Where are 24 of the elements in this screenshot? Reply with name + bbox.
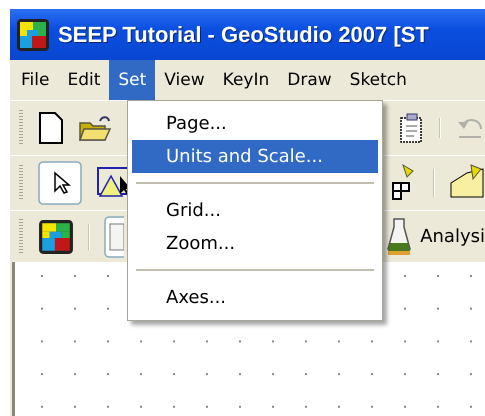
toolbar-grip[interactable] bbox=[18, 165, 24, 201]
pointer-icon[interactable] bbox=[38, 161, 82, 205]
menu-item[interactable]: File bbox=[12, 60, 58, 100]
menu-option[interactable]: Zoom... bbox=[132, 227, 378, 260]
menu-item[interactable]: View bbox=[155, 60, 214, 100]
menu-option[interactable]: Grid... bbox=[132, 194, 378, 227]
menu-option[interactable]: Units and Scale... bbox=[132, 140, 378, 173]
menu-option[interactable]: Axes... bbox=[132, 281, 378, 314]
menu-option[interactable]: Page... bbox=[132, 107, 378, 140]
toolbar-grip[interactable] bbox=[18, 110, 24, 146]
toolbar-grip[interactable] bbox=[18, 218, 24, 254]
clipboard-icon[interactable] bbox=[399, 112, 425, 144]
flask-icon[interactable] bbox=[386, 216, 412, 256]
menu-item[interactable]: Sketch bbox=[340, 60, 416, 100]
menu-item[interactable]: Set bbox=[109, 60, 156, 100]
new-document-icon[interactable] bbox=[38, 111, 64, 145]
app-logo-icon bbox=[16, 18, 50, 52]
menu-item[interactable]: Edit bbox=[58, 60, 110, 100]
menu-item[interactable]: Draw bbox=[278, 60, 341, 100]
menu-item[interactable]: KeyIn bbox=[214, 60, 278, 100]
analysis-label[interactable]: Analysi bbox=[420, 226, 485, 247]
app-logo-icon[interactable] bbox=[38, 218, 74, 254]
window-title: SEEP Tutorial - GeoStudio 2007 [ST bbox=[58, 22, 429, 48]
tool-button-icon[interactable] bbox=[104, 216, 124, 258]
